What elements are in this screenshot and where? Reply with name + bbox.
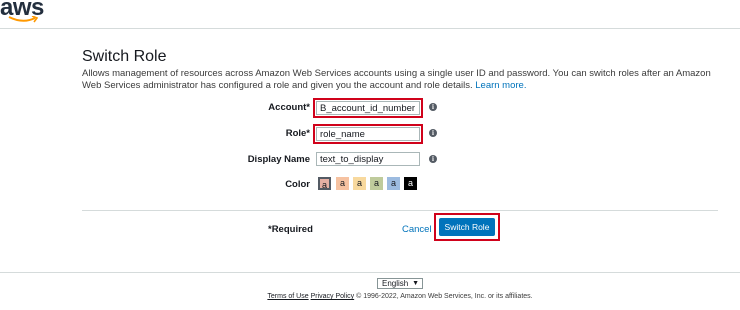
language-select[interactable]: English ▼ bbox=[377, 278, 423, 289]
account-info-icon[interactable]: i bbox=[429, 103, 437, 111]
footer: Terms of Use Privacy Policy © 1996-2022,… bbox=[0, 293, 740, 300]
footer-divider bbox=[0, 272, 740, 273]
cancel-link[interactable]: Cancel bbox=[402, 224, 432, 235]
color-swatch-black[interactable]: a bbox=[404, 177, 417, 190]
page-description: Allows management of resources across Am… bbox=[82, 68, 722, 92]
learn-more-link[interactable]: Learn more. bbox=[475, 80, 526, 91]
page-title: Switch Role bbox=[82, 48, 167, 65]
color-swatch-blue[interactable]: a bbox=[387, 177, 400, 190]
color-label: Color bbox=[285, 179, 310, 190]
color-swatch-yellow[interactable]: a bbox=[353, 177, 366, 190]
terms-of-use-link[interactable]: Terms of Use bbox=[267, 293, 308, 300]
account-input[interactable] bbox=[313, 98, 423, 118]
language-value: English bbox=[382, 279, 409, 288]
privacy-policy-link[interactable]: Privacy Policy bbox=[311, 293, 355, 300]
switch-role-highlight: Switch Role bbox=[434, 213, 500, 241]
copyright-text: © 1996-2022, Amazon Web Services, Inc. o… bbox=[356, 293, 533, 300]
color-swatch-red[interactable]: a bbox=[318, 177, 331, 190]
switch-role-button[interactable]: Switch Role bbox=[439, 218, 495, 236]
display-name-info-icon[interactable]: i bbox=[429, 155, 437, 163]
top-bar: aws bbox=[0, 0, 740, 29]
color-swatch-orange[interactable]: a bbox=[336, 177, 349, 190]
display-name-input[interactable] bbox=[316, 152, 420, 166]
description-text: Allows management of resources across Am… bbox=[82, 68, 711, 91]
role-input[interactable] bbox=[313, 124, 423, 144]
role-label: Role* bbox=[285, 128, 310, 139]
account-label: Account* bbox=[268, 102, 310, 113]
aws-smile-icon bbox=[8, 16, 38, 23]
required-note: *Required bbox=[268, 224, 313, 235]
display-name-label: Display Name bbox=[247, 154, 310, 165]
form-divider bbox=[82, 210, 718, 211]
role-info-icon[interactable]: i bbox=[429, 129, 437, 137]
chevron-down-icon: ▼ bbox=[412, 280, 419, 287]
color-swatch-green[interactable]: a bbox=[370, 177, 383, 190]
